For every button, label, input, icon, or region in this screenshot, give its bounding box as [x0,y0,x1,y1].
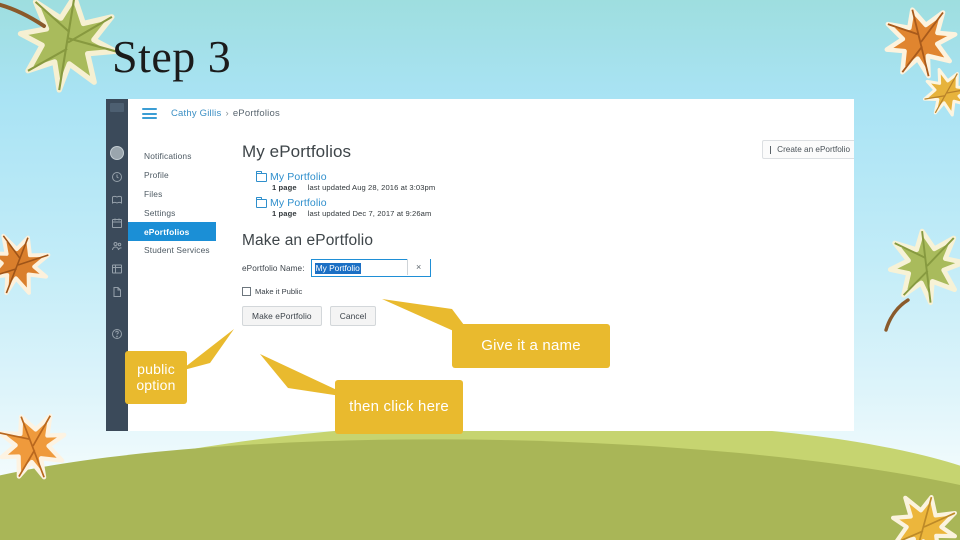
portfolio-updated: last updated Aug 28, 2016 at 3:03pm [307,183,436,192]
sidebar-item-profile[interactable]: Profile [128,166,226,185]
sidebar-item-student-services[interactable]: Student Services [128,241,226,260]
make-public-checkbox-row[interactable]: Make it Public [242,287,854,296]
eportfolio-name-input[interactable]: My Portfolio × [310,259,431,277]
plus-icon [769,145,772,154]
folder-icon [256,170,267,182]
portfolio-name: My Portfolio [270,197,327,209]
clear-icon[interactable]: × [406,259,430,275]
embedded-screenshot: Cathy Gillis › ePortfolios Notifications P… [106,99,854,431]
files-icon[interactable] [111,286,123,298]
make-eportfolio-button[interactable]: Make ePortfolio [242,306,322,326]
sidebar-item-notifications[interactable]: Notifications [128,147,226,166]
callout-public-option: public option [125,351,187,404]
portfolio-pages: 1 page [272,209,297,218]
hamburger-icon[interactable] [142,108,157,119]
make-eportfolio-form: ePortfolio Name: My Portfolio × Make it … [242,259,854,326]
make-public-label: Make it Public [255,287,303,296]
portfolio-meta: 1 page last updated Dec 7, 2017 at 9:26am [272,209,854,218]
list-item: My Portfolio 1 page last updated Aug 28, … [256,170,854,192]
portfolio-meta: 1 page last updated Aug 28, 2016 at 3:03p… [272,183,854,192]
portfolio-pages: 1 page [272,183,297,192]
create-eportfolio-label: Create an ePortfolio [777,145,850,154]
institution-logo [110,103,124,112]
leaf-stem-icon [0,0,62,46]
dashboard-icon[interactable] [111,171,123,183]
help-icon[interactable] [111,328,123,340]
portfolio-name: My Portfolio [270,171,327,183]
top-bar: Cathy Gillis › ePortfolios [128,99,854,129]
portfolio-link[interactable]: My Portfolio [256,196,854,209]
eportfolio-name-value: My Portfolio [314,262,361,274]
page-title: Step 3 [112,31,232,82]
portfolio-link[interactable]: My Portfolio [256,170,854,183]
sidebar-item-eportfolios[interactable]: ePortfolios [128,222,216,241]
cancel-button[interactable]: Cancel [329,306,377,326]
breadcrumb-separator: › [225,108,229,119]
slide-canvas: Step 3 Cathy Gillis › ePortfolios Notifi… [0,0,960,540]
sidebar-item-files[interactable]: Files [128,185,226,204]
portfolio-updated: last updated Dec 7, 2017 at 9:26am [307,209,432,218]
breadcrumb-current: ePortfolios [232,108,280,119]
leaf-stem-right-icon [874,296,920,336]
form-buttons: Make ePortfolio Cancel [242,306,854,326]
avatar[interactable] [110,146,124,160]
courses-icon[interactable] [111,194,123,206]
list-item: My Portfolio 1 page last updated Dec 7, 2… [256,196,854,218]
make-public-checkbox[interactable] [242,287,251,296]
library-icon[interactable] [111,263,123,275]
breadcrumb: Cathy Gillis › ePortfolios [171,108,280,119]
sidebar-item-settings[interactable]: Settings [128,203,226,222]
create-eportfolio-button[interactable]: Create an ePortfolio [761,140,854,159]
name-field-row: ePortfolio Name: My Portfolio × [242,259,854,277]
breadcrumb-user[interactable]: Cathy Gillis [171,108,221,119]
callout-then-click-here: then click here [335,380,463,434]
calendar-icon[interactable] [111,217,123,229]
folder-icon [256,196,267,208]
leaf-orange-left-icon [0,222,63,309]
form-heading: Make an ePortfolio [242,232,374,249]
name-field-label: ePortfolio Name: [242,263,305,273]
groups-icon[interactable] [111,240,123,252]
callout-give-it-a-name: Give it a name [452,324,610,368]
